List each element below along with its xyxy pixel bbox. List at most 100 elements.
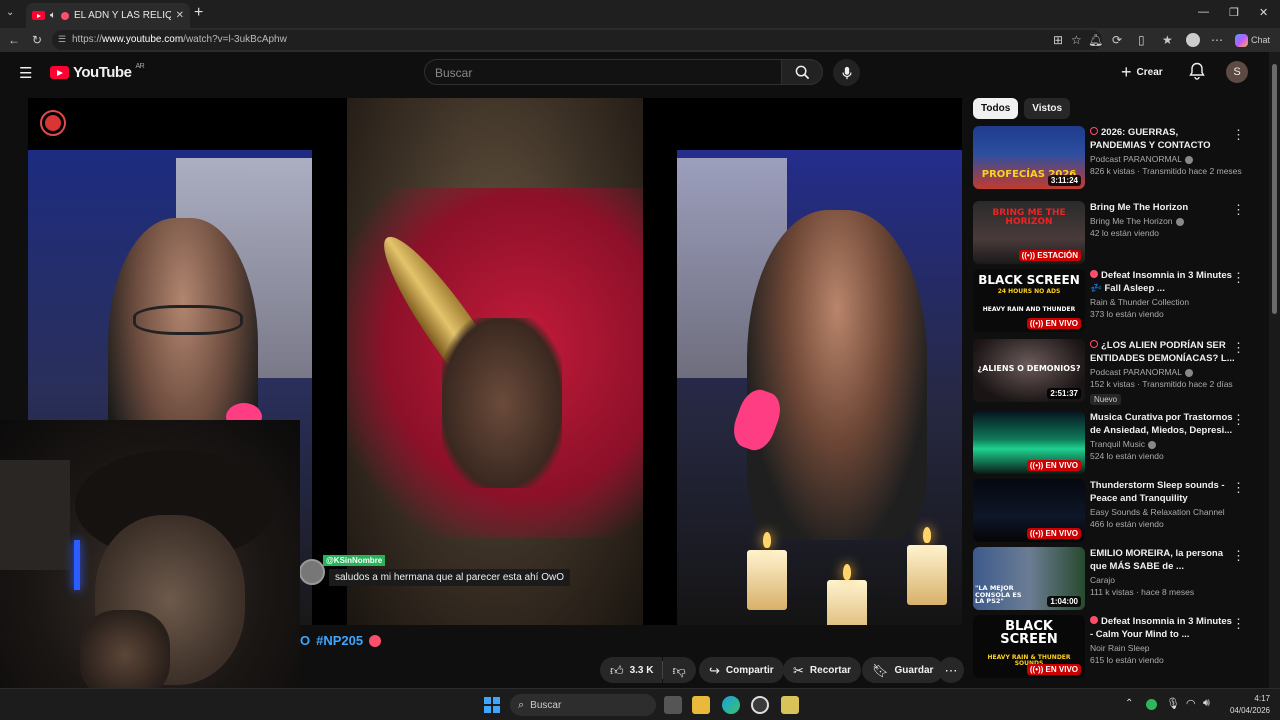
url-field[interactable]: ☰ https://www.youtube.com/watch?v=l-3ukB…	[52, 30, 1102, 50]
station-badge-text: ESTACIÓN	[1037, 251, 1078, 260]
recommendation-item[interactable]: ((•)) EN VIVO Musica Curativa por Trasto…	[973, 411, 1253, 475]
channel-name[interactable]: Podcast PARANORMAL	[1090, 154, 1235, 164]
video-title[interactable]: Thunderstorm Sleep sounds - Peace and Tr…	[1090, 479, 1235, 505]
more-icon[interactable]: ⋮	[1232, 271, 1245, 284]
video-title[interactable]: ¿LOS ALIEN PODRÍAN SER ENTIDADES DEMONÍA…	[1090, 339, 1235, 365]
more-icon[interactable]: ⋮	[1232, 413, 1245, 426]
duration-badge: 3:11:24	[1047, 175, 1081, 186]
tray-app-icon[interactable]	[1146, 699, 1157, 710]
scrollbar-thumb[interactable]	[1272, 64, 1277, 314]
notification-bell-icon[interactable]: 🔔︎	[1088, 33, 1103, 47]
bell-icon[interactable]	[1189, 62, 1205, 85]
copilot-chat-button[interactable]: Chat	[1235, 33, 1270, 47]
hashtag-link[interactable]: #NP205	[316, 633, 363, 648]
recommendation-item[interactable]: "LA MEJOR CONSOLA ES LA PS2" 1:04:00 EMI…	[973, 547, 1253, 611]
share-button[interactable]: ↪ Compartir	[699, 657, 784, 683]
channel-name[interactable]: Carajo	[1090, 575, 1235, 585]
windows-icon[interactable]	[484, 697, 500, 713]
video-thumbnail[interactable]: PROFECÍAS 2026 3:11:24	[973, 126, 1085, 189]
edge-browser-icon[interactable]	[722, 696, 740, 714]
taskbar-search[interactable]: ⌕ Buscar	[510, 694, 656, 716]
obs-icon[interactable]	[751, 696, 769, 714]
more-icon[interactable]: ⋮	[1232, 128, 1245, 141]
video-meta: 373 lo están viendo	[1090, 309, 1164, 319]
channel-name[interactable]: Podcast PARANORMAL	[1090, 367, 1235, 377]
reload-icon[interactable]: ↻	[32, 33, 42, 47]
more-icon[interactable]: ⋮	[1232, 617, 1245, 630]
taskbar-clock[interactable]: 4:17 04/04/2026	[1222, 693, 1270, 717]
tab-close-icon[interactable]: ✕	[176, 10, 184, 21]
profile-icon[interactable]	[1186, 33, 1200, 47]
video-thumbnail[interactable]: BLACK SCREEN HEAVY RAIN & THUNDER SOUNDS…	[973, 615, 1085, 678]
wifi-icon[interactable]: ◠	[1186, 697, 1196, 710]
extensions-icon[interactable]: ⟳	[1112, 33, 1122, 47]
more-actions-button[interactable]: ⋯	[938, 657, 964, 683]
tab-list-chevron-icon[interactable]: ⌄	[6, 7, 14, 18]
more-icon[interactable]: ⋮	[1232, 203, 1245, 216]
chip-vistos[interactable]: Vistos	[1024, 98, 1071, 119]
video-title[interactable]: EMILIO MOREIRA, la persona que MÁS SABE …	[1090, 547, 1235, 573]
favorites-icon[interactable]: ★	[1162, 33, 1173, 47]
video-thumbnail[interactable]: ((•)) EN VIVO	[973, 479, 1085, 542]
recommendation-item[interactable]: PROFECÍAS 2026 3:11:24 2026: GUERRAS, PA…	[973, 126, 1253, 190]
more-icon[interactable]: ⋮	[1232, 549, 1245, 562]
station-badge: ((•)) ESTACIÓN	[1018, 250, 1081, 261]
tab-active[interactable]: 🔈︎ EL ADN Y LAS RELIQUIAS ✕	[26, 3, 190, 28]
volume-icon[interactable]: 🔊︎	[1203, 697, 1210, 710]
video-thumbnail[interactable]: BLACK SCREEN 24 HOURS NO ADS HEAVY RAIN …	[973, 269, 1085, 332]
channel-name[interactable]: Noir Rain Sleep	[1090, 643, 1235, 653]
restore-button[interactable]: ❐	[1229, 6, 1239, 19]
video-title[interactable]: Musica Curativa por Trastornos de Ansied…	[1090, 411, 1235, 437]
video-title[interactable]: Defeat Insomnia in 3 Minutes - Calm Your…	[1090, 615, 1235, 641]
save-button[interactable]: 🔖︎ Guardar	[862, 657, 944, 683]
video-thumbnail[interactable]: ((•)) EN VIVO	[973, 411, 1085, 474]
recommendation-item[interactable]: ¿ALIENS O DEMONIOS? 2:51:37 ¿LOS ALIEN P…	[973, 339, 1253, 405]
split-screen-icon[interactable]: ▯	[1138, 33, 1145, 47]
minimize-button[interactable]: —	[1198, 6, 1209, 18]
recommendation-item[interactable]: BRING ME THE HORIZON ((•)) ESTACIÓN Brin…	[973, 201, 1253, 265]
recommendation-item[interactable]: ((•)) EN VIVO Thunderstorm Sleep sounds …	[973, 479, 1253, 543]
speaker-icon[interactable]: 🔈︎	[50, 10, 56, 21]
chip-todos[interactable]: Todos	[973, 98, 1019, 119]
task-view-icon[interactable]	[664, 696, 682, 714]
more-icon[interactable]: ⋮	[1232, 341, 1245, 354]
more-icon[interactable]: ⋯	[1211, 33, 1223, 47]
search-input[interactable]	[425, 60, 781, 86]
youtube-logo[interactable]: YouTube AR	[50, 63, 145, 81]
more-icon[interactable]: ⋮	[1232, 481, 1245, 494]
voice-search-button[interactable]	[833, 59, 860, 86]
avatar[interactable]: S	[1226, 61, 1248, 83]
recommendation-item[interactable]: BLACK SCREEN HEAVY RAIN & THUNDER SOUNDS…	[973, 615, 1253, 679]
video-title[interactable]: Bring Me The Horizon	[1090, 201, 1235, 214]
recommendation-item[interactable]: BLACK SCREEN 24 HOURS NO ADS HEAVY RAIN …	[973, 269, 1253, 333]
tray-chevron-icon[interactable]: ⌃	[1125, 698, 1133, 709]
candle	[827, 580, 867, 625]
channel-name[interactable]: Rain & Thunder Collection	[1090, 297, 1235, 307]
channel-name[interactable]: Bring Me The Horizon	[1090, 216, 1235, 226]
new-tab-button[interactable]: +	[194, 4, 203, 22]
favorite-star-icon[interactable]: ☆	[1071, 33, 1082, 47]
video-title[interactable]: 2026: GUERRAS, PANDEMIAS Y CONTACTO NO..…	[1090, 126, 1235, 152]
tray-mic-icon[interactable]: 🎙︎	[1166, 697, 1180, 710]
like-button[interactable]: 👍︎ 3.3 K	[600, 657, 662, 683]
file-explorer-icon[interactable]	[692, 696, 710, 714]
create-label: Crear	[1136, 66, 1163, 78]
channel-name[interactable]: Tranquil Music	[1090, 439, 1235, 449]
channel-name[interactable]: Easy Sounds & Relaxation Channel	[1090, 507, 1235, 517]
video-thumbnail[interactable]: BRING ME THE HORIZON ((•)) ESTACIÓN	[973, 201, 1085, 264]
apps-icon[interactable]: ⊞	[1053, 33, 1063, 47]
video-thumbnail[interactable]: ¿ALIENS O DEMONIOS? 2:51:37	[973, 339, 1085, 402]
close-window-button[interactable]: ✕	[1259, 6, 1268, 19]
app-icon[interactable]	[781, 696, 799, 714]
video-meta: 615 lo están viendo	[1090, 655, 1164, 665]
site-info-icon[interactable]: ☰	[58, 34, 66, 45]
clip-button[interactable]: ✂ Recortar	[783, 657, 862, 683]
search-button[interactable]	[781, 59, 823, 85]
create-button[interactable]: + Crear	[1121, 60, 1163, 84]
page-scrollbar[interactable]	[1269, 52, 1280, 692]
dislike-button[interactable]: 👎︎	[662, 657, 696, 683]
menu-icon[interactable]: ☰	[19, 64, 32, 82]
video-title[interactable]: Defeat Insomnia in 3 Minutes 💤 Fall Asle…	[1090, 269, 1235, 295]
video-thumbnail[interactable]: "LA MEJOR CONSOLA ES LA PS2" 1:04:00	[973, 547, 1085, 610]
back-icon[interactable]: ←	[8, 33, 20, 47]
